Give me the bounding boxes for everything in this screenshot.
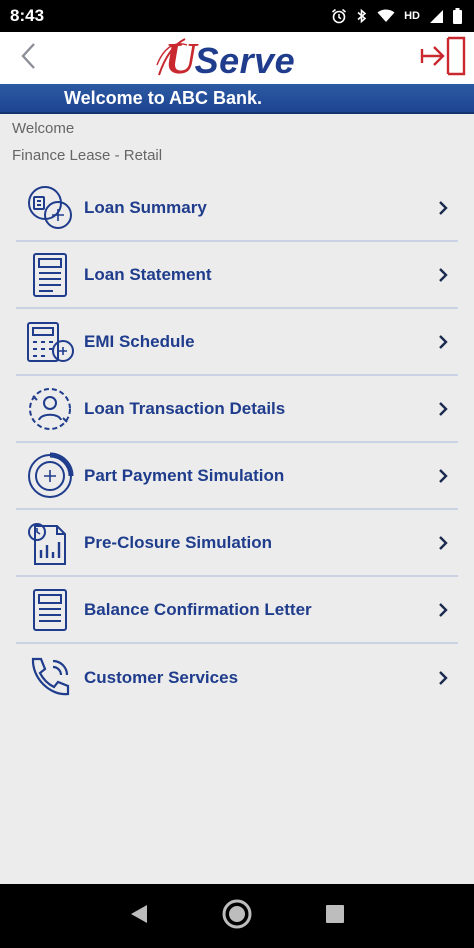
menu-item-balance-confirmation-letter[interactable]: Balance Confirmation Letter [16,577,458,644]
phone-icon [24,652,76,704]
chevron-right-icon [428,400,458,418]
chevron-right-icon [428,199,458,217]
menu-item-part-payment-simulation[interactable]: Part Payment Simulation [16,443,458,510]
chevron-right-icon [428,333,458,351]
menu-item-customer-services[interactable]: Customer Services [16,644,458,711]
nav-recents-button[interactable] [311,892,359,940]
app-header: U Serve [0,32,474,84]
letter-icon [24,584,76,636]
signal-icon [429,9,444,24]
back-button[interactable] [14,38,42,78]
product-text: Finance Lease - Retail [12,147,163,164]
status-icons: HD [331,8,462,24]
simulation-icon [24,517,76,569]
chevron-right-icon [428,266,458,284]
logo-swoosh [156,37,188,75]
menu-label: Customer Services [84,667,239,687]
network-type-label: HD [404,10,420,22]
battery-icon [453,8,462,24]
chevron-left-icon [20,42,36,75]
menu-label: Balance Confirmation Letter [84,599,312,619]
logout-icon [420,35,468,82]
back-triangle-icon [129,903,149,930]
menu-item-emi-schedule[interactable]: EMI Schedule [16,309,458,376]
status-bar: 8:43 HD [0,0,474,32]
calculator-icon [24,316,76,368]
chevron-right-icon [428,467,458,485]
menu-label: Loan Transaction Details [84,398,286,418]
menu-label: Loan Summary [84,197,207,217]
greeting-text: Welcome [12,120,75,137]
wifi-icon [377,9,395,23]
menu-label: Pre-Closure Simulation [84,532,272,552]
chevron-right-icon [428,669,458,687]
menu-label: EMI Schedule [84,331,195,351]
app-logo: U Serve [156,33,296,84]
chevron-right-icon [428,601,458,619]
recents-square-icon [325,904,345,929]
document-icon [24,249,76,301]
logout-button[interactable] [418,34,470,82]
alarm-icon [331,8,347,24]
chevron-right-icon [428,534,458,552]
loan-summary-icon [24,182,76,234]
nav-home-button[interactable] [213,892,261,940]
menu-item-loan-transaction-details[interactable]: Loan Transaction Details [16,376,458,443]
payment-icon [24,450,76,502]
home-circle-icon [221,898,253,935]
menu-label: Part Payment Simulation [84,465,285,485]
transaction-icon [24,383,76,435]
menu-item-loan-summary[interactable]: Loan Summary [16,175,458,242]
status-time: 8:43 [10,6,45,25]
nav-back-button[interactable] [115,892,163,940]
menu-list: Loan Summary Loan Statement EMI Schedule [16,175,458,711]
menu-item-pre-closure-simulation[interactable]: Pre-Closure Simulation [16,510,458,577]
menu-label: Loan Statement [84,264,212,284]
logo-text: Serve [194,39,296,81]
menu-item-loan-statement[interactable]: Loan Statement [16,242,458,309]
bluetooth-icon [356,8,368,24]
system-nav-bar [0,884,474,948]
welcome-banner: Welcome to ABC Bank. [0,84,474,114]
